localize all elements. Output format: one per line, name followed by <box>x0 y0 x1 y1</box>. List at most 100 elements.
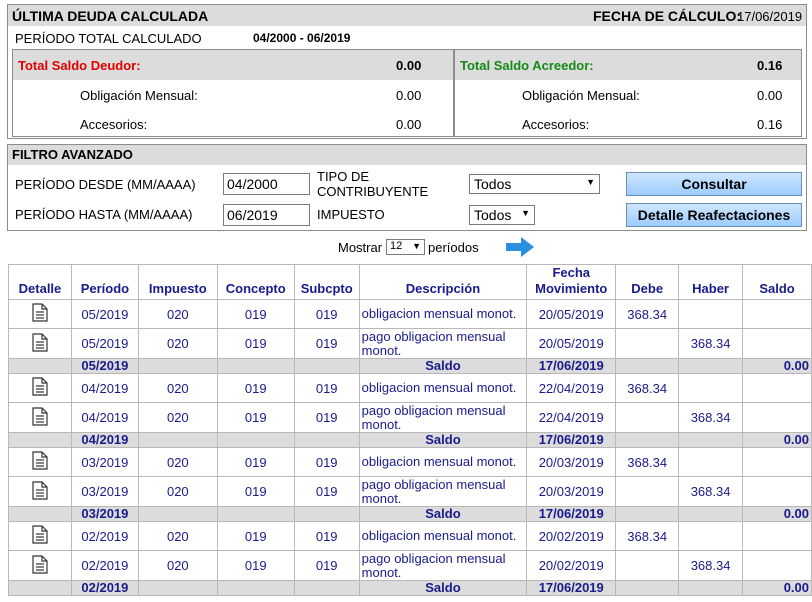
saldo-row: 04/2019 Saldo 17/06/2019 0.00 <box>8 432 812 448</box>
saldo-value: 0.00 <box>742 506 812 522</box>
saldo-fecha: 17/06/2019 <box>526 358 617 374</box>
col-descripcion: Descripción <box>358 264 528 300</box>
saldo-label: Saldo <box>358 506 528 522</box>
saldo-label: Saldo <box>358 432 528 448</box>
saldo-empty-cell <box>293 506 360 522</box>
document-icon[interactable] <box>32 480 48 503</box>
document-icon[interactable] <box>32 554 48 577</box>
document-icon[interactable] <box>32 525 48 547</box>
saldo-empty-cell <box>216 358 295 374</box>
periodo-hasta-input[interactable] <box>223 204 310 226</box>
table-row: 03/2019 020 019 019 pago obligacion mensual … <box>8 476 812 507</box>
saldo-empty-cell <box>137 432 218 448</box>
arrow-right-icon[interactable] <box>505 236 535 258</box>
debe-cell <box>615 476 680 507</box>
document-icon[interactable] <box>32 377 48 399</box>
saldo-fecha: 17/06/2019 <box>526 580 617 596</box>
subcpto-cell: 019 <box>293 328 360 359</box>
impuesto-value: Todos <box>474 207 512 223</box>
subcpto-cell: 019 <box>293 402 360 433</box>
concepto-cell: 019 <box>216 328 295 359</box>
detalle-cell[interactable] <box>8 402 72 433</box>
impuesto-cell: 020 <box>137 373 218 403</box>
descripcion-cell: obligacion mensual monot. <box>358 373 528 403</box>
debt-summary-title: ÚLTIMA DEUDA CALCULADA <box>12 8 209 24</box>
table-row: 04/2019 020 019 019 pago obligacion mensual … <box>8 402 812 433</box>
saldo-cell <box>742 299 812 329</box>
fecha-cell: 22/04/2019 <box>526 402 617 433</box>
consultar-button[interactable]: Consultar <box>626 172 802 196</box>
haber-cell <box>678 299 744 329</box>
descripcion-cell: pago obligacion mensual monot. <box>358 476 528 507</box>
detalle-cell[interactable] <box>8 476 72 507</box>
acreedor-obligacion-value: 0.00 <box>757 88 783 103</box>
periodo-cell: 04/2019 <box>70 402 139 433</box>
document-icon[interactable] <box>32 303 48 325</box>
movements-table: Detalle Período Impuesto Concepto Subcpt… <box>8 264 812 596</box>
saldo-cell <box>742 521 812 551</box>
saldo-row: 05/2019 Saldo 17/06/2019 0.00 <box>8 358 812 374</box>
saldo-value: 0.00 <box>742 358 812 374</box>
saldo-cell <box>742 447 812 477</box>
table-row: 03/2019 020 019 019 obligacion mensual monot… <box>8 447 812 477</box>
chevron-down-icon: ▼ <box>586 177 595 187</box>
periodo-cell: 03/2019 <box>70 476 139 507</box>
saldo-label: Saldo <box>358 580 528 596</box>
filter-title: FILTRO AVANZADO <box>12 147 133 162</box>
periodo-desde-label: PERÍODO DESDE (MM/AAAA) <box>15 177 196 192</box>
descripcion-cell: pago obligacion mensual monot. <box>358 328 528 359</box>
periodo-desde-input[interactable] <box>223 173 310 195</box>
saldo-empty-cell <box>678 358 744 374</box>
descripcion-cell: pago obligacion mensual monot. <box>358 402 528 433</box>
saldo-empty-cell <box>293 432 360 448</box>
col-periodo: Período <box>70 264 139 300</box>
saldo-periodo: 04/2019 <box>70 432 139 448</box>
col-subcpto: Subcpto <box>293 264 360 300</box>
descripcion-cell: pago obligacion mensual monot. <box>358 550 528 581</box>
impuesto-cell: 020 <box>137 328 218 359</box>
page-size-select[interactable]: 12 ▼ <box>386 239 425 255</box>
fecha-cell: 20/02/2019 <box>526 521 617 551</box>
saldo-empty-cell <box>137 506 218 522</box>
concepto-cell: 019 <box>216 447 295 477</box>
saldo-cell <box>742 373 812 403</box>
impuesto-select[interactable]: Todos ▼ <box>469 205 535 225</box>
col-fecha-movimiento: Fecha Movimiento <box>526 264 617 300</box>
detalle-cell[interactable] <box>8 550 72 581</box>
calc-date-label: FECHA DE CÁLCULO: <box>593 8 742 24</box>
document-icon[interactable] <box>32 406 48 429</box>
movements-body: 05/2019 020 019 019 obligacion mensual monot… <box>8 299 812 596</box>
tipo-contribuyente-select[interactable]: Todos ▼ <box>469 174 600 194</box>
debe-cell: 368.34 <box>615 521 680 551</box>
saldo-cell <box>742 328 812 359</box>
calc-date-value: 17/06/2019 <box>737 9 803 24</box>
debe-cell: 368.34 <box>615 373 680 403</box>
saldo-empty-cell <box>216 432 295 448</box>
periodo-cell: 05/2019 <box>70 328 139 359</box>
acreedor-accesorios-label: Accesorios: <box>522 117 590 132</box>
document-icon[interactable] <box>32 332 48 355</box>
chevron-down-icon: ▼ <box>412 241 421 251</box>
impuesto-cell: 020 <box>137 447 218 477</box>
impuesto-cell: 020 <box>137 402 218 433</box>
saldo-periodo: 05/2019 <box>70 358 139 374</box>
detalle-reafectaciones-button[interactable]: Detalle Reafectaciones <box>626 203 802 227</box>
col-saldo: Saldo <box>742 264 812 300</box>
document-icon[interactable] <box>32 451 48 473</box>
detalle-cell[interactable] <box>8 521 72 551</box>
detalle-cell[interactable] <box>8 373 72 403</box>
subcpto-cell: 019 <box>293 447 360 477</box>
deudor-accesorios-value: 0.00 <box>396 117 422 132</box>
detalle-cell[interactable] <box>8 299 72 329</box>
saldo-label: Saldo <box>358 358 528 374</box>
col-haber: Haber <box>678 264 744 300</box>
periodo-cell: 03/2019 <box>70 447 139 477</box>
impuesto-label: IMPUESTO <box>317 207 385 222</box>
detalle-cell[interactable] <box>8 328 72 359</box>
tipo-contribuyente-label-1: TIPO DE <box>317 169 370 184</box>
detalle-cell[interactable] <box>8 447 72 477</box>
advanced-filter-panel: FILTRO AVANZADO PERÍODO DESDE (MM/AAAA) … <box>7 144 807 231</box>
table-row: 02/2019 020 019 019 pago obligacion mensual … <box>8 550 812 581</box>
deudor-total-label: Total Saldo Deudor: <box>18 58 141 73</box>
fecha-cell: 22/04/2019 <box>526 373 617 403</box>
